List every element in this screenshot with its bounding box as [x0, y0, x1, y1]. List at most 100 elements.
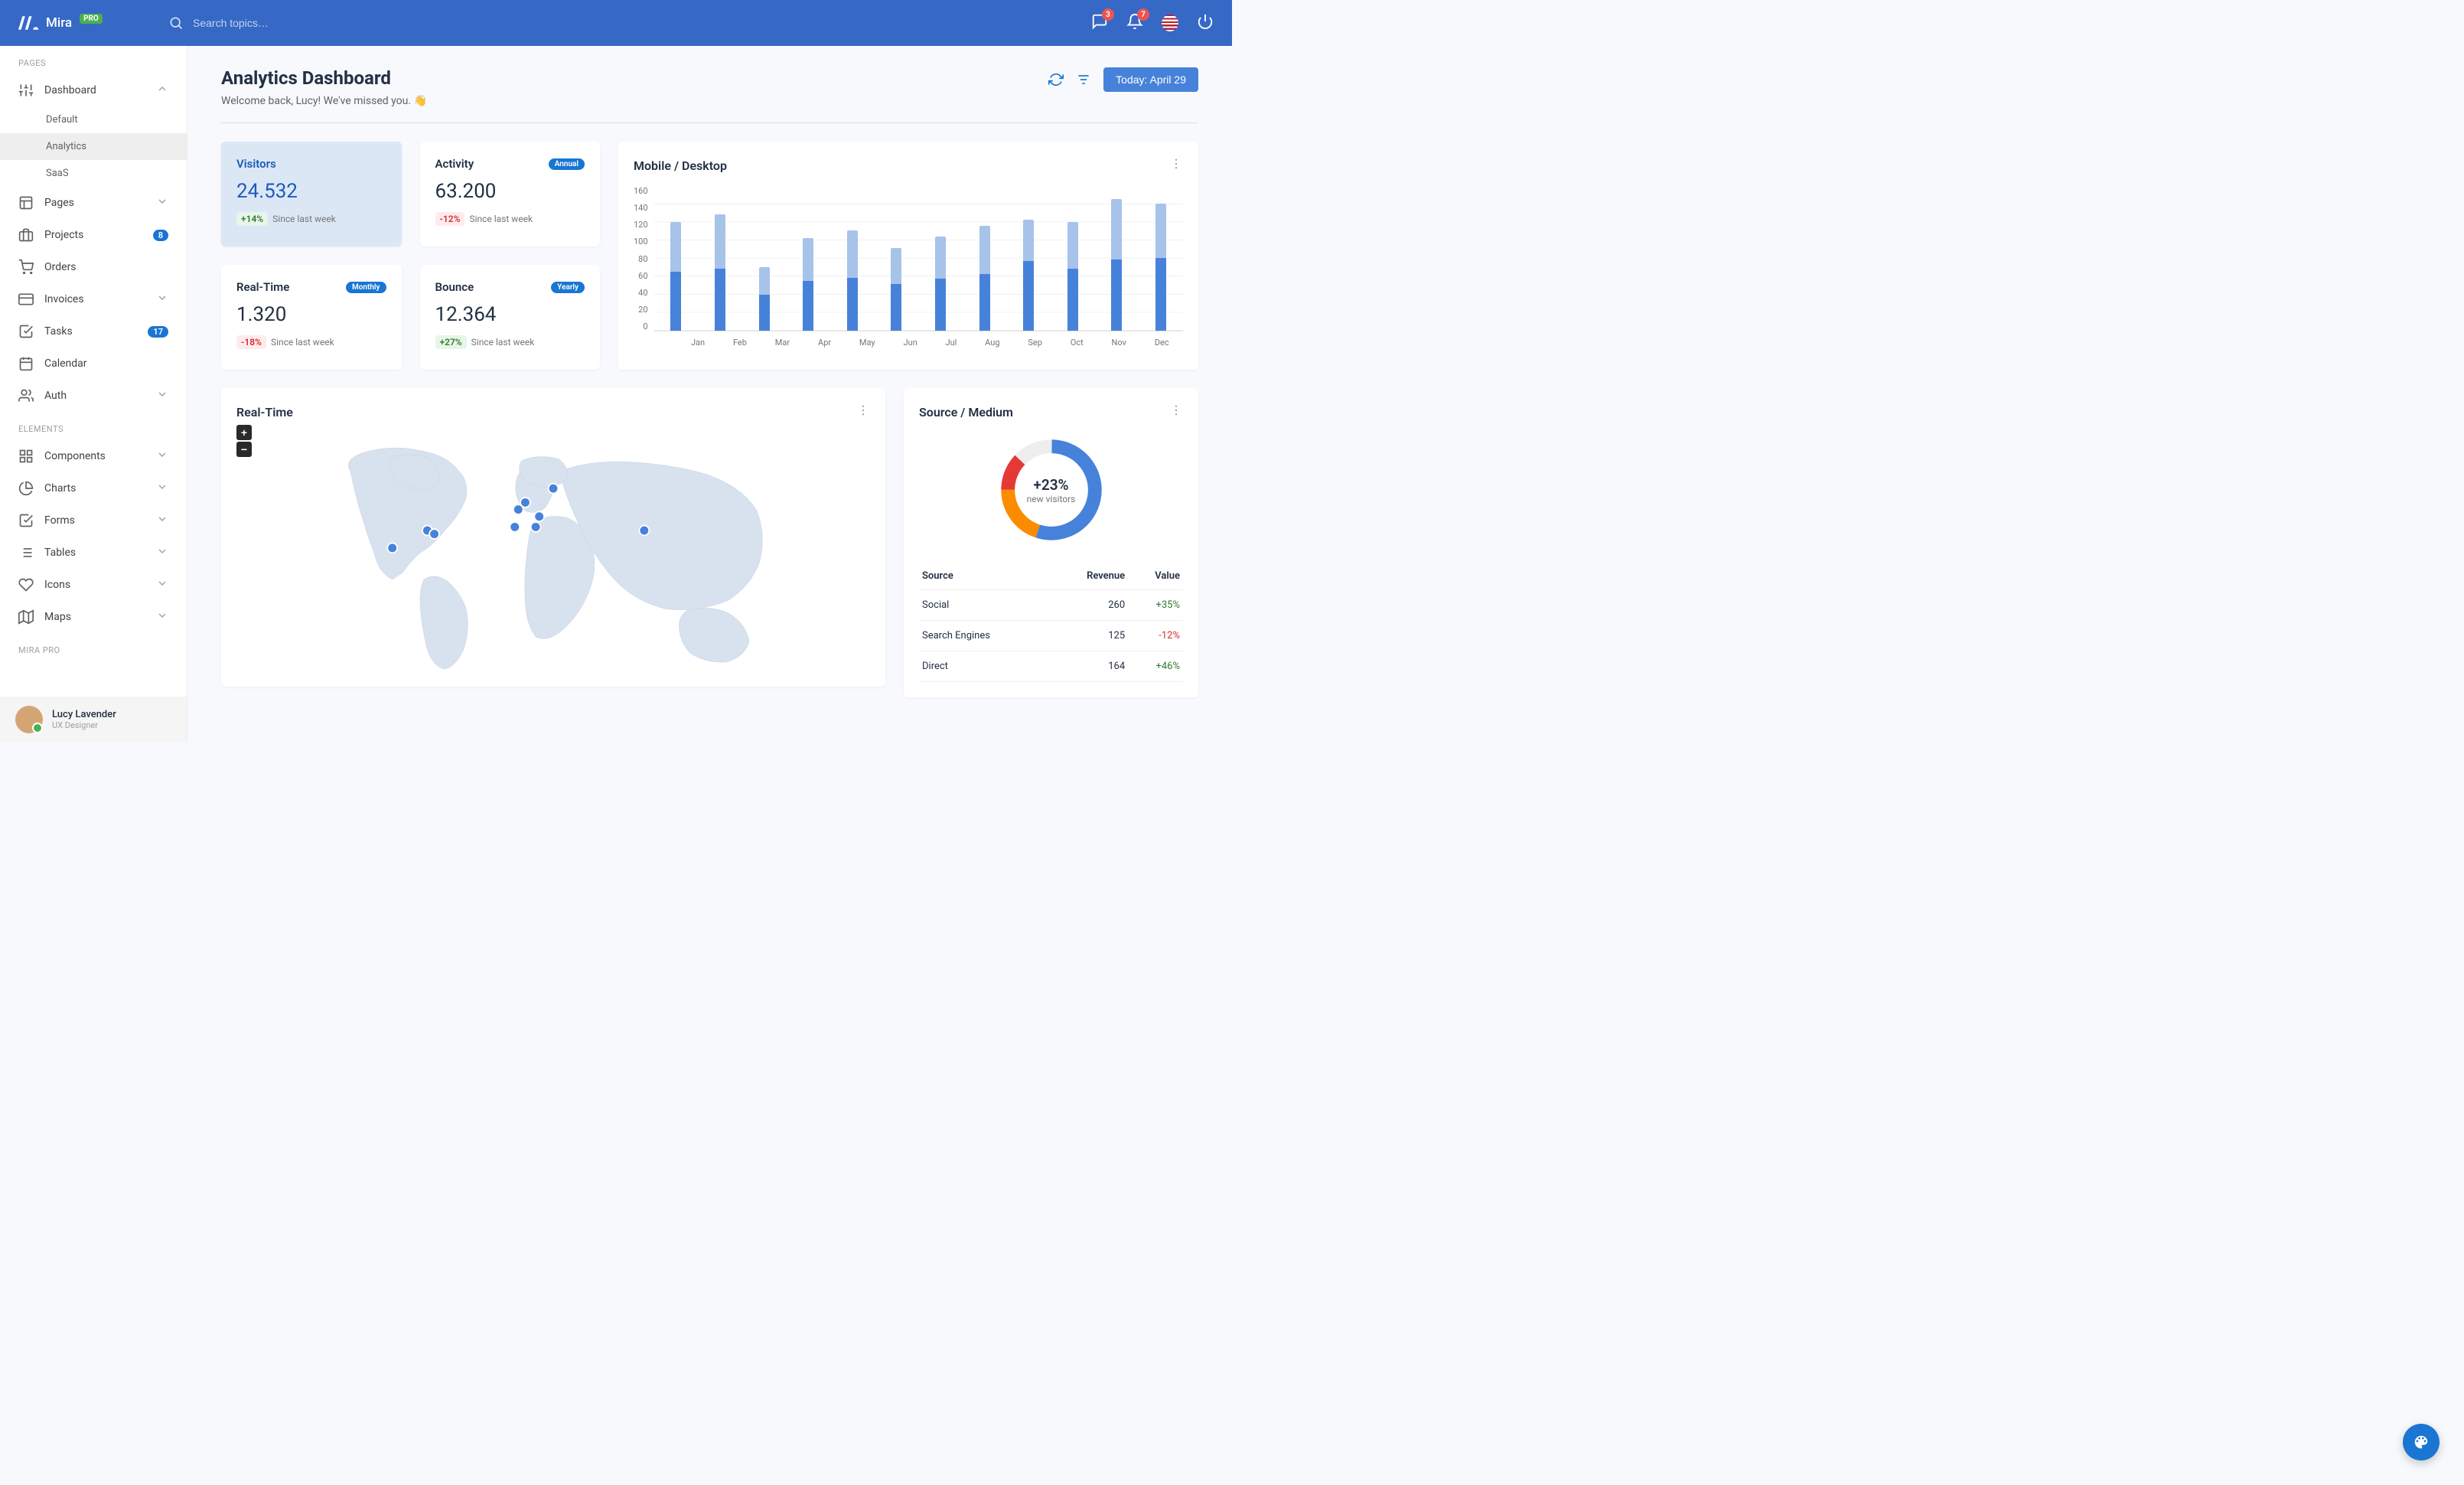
card-icon	[18, 292, 34, 307]
sidebar-label: Dashboard	[44, 84, 145, 96]
since-label: Since last week	[272, 214, 336, 224]
pill: Yearly	[551, 282, 585, 293]
card-value: 12.364	[435, 303, 585, 326]
power-button[interactable]	[1197, 13, 1214, 33]
chevron-up-icon	[156, 83, 168, 98]
user-role: UX Designer	[52, 720, 116, 730]
zoom-out-button[interactable]: −	[236, 442, 252, 457]
world-map[interactable]	[236, 432, 870, 677]
notifications-button[interactable]: 7	[1126, 13, 1143, 33]
sidebar-label: Orders	[44, 261, 168, 273]
card-value: 24.532	[236, 180, 386, 203]
stat-card-bounce: BounceYearly 12.364 +27%Since last week	[420, 265, 601, 370]
y-axis: 160140120100806040200	[634, 186, 648, 331]
search	[168, 15, 1091, 31]
delta: +14%	[236, 212, 268, 226]
card-title: Bounce	[435, 280, 474, 294]
topbar: Mira PRO 3 7	[0, 0, 1232, 46]
sidebar-label: Maps	[44, 611, 145, 623]
sidebar-section-pages: PAGES	[0, 46, 187, 74]
sidebar-user[interactable]: Lucy Lavender UX Designer	[0, 697, 187, 742]
delta: -18%	[236, 335, 266, 349]
sidebar-label: Pages	[44, 197, 145, 209]
sidebar-item-components[interactable]: Components	[0, 440, 187, 472]
sidebar-item-charts[interactable]: Charts	[0, 472, 187, 504]
x-axis: JanFebMarAprMayJunJulAugSepOctNovDec	[654, 338, 1183, 348]
date-button[interactable]: Today: April 29	[1103, 67, 1198, 92]
sidebar-subitem-analytics[interactable]: Analytics	[0, 133, 187, 160]
more-icon[interactable]	[856, 403, 870, 420]
palette-icon	[2413, 1434, 2430, 1451]
pie-icon	[18, 481, 34, 496]
chevron-down-icon	[156, 609, 168, 625]
filter-icon[interactable]	[1076, 72, 1091, 87]
sidebar-label: Components	[44, 450, 145, 462]
cart-icon	[18, 259, 34, 275]
card-title: Visitors	[236, 157, 276, 171]
messages-badge: 3	[1102, 8, 1114, 21]
power-icon	[1197, 13, 1214, 30]
chevron-down-icon	[156, 513, 168, 528]
chevron-down-icon	[156, 577, 168, 592]
sliders-icon	[18, 83, 34, 98]
chevron-down-icon	[156, 481, 168, 496]
page-title: Analytics Dashboard	[221, 67, 427, 89]
sidebar-item-maps[interactable]: Maps	[0, 601, 187, 633]
form-icon	[18, 513, 34, 528]
card-title: Activity	[435, 157, 474, 171]
sidebar-label: Forms	[44, 514, 145, 527]
heart-icon	[18, 577, 34, 592]
pill: Monthly	[346, 282, 386, 293]
col-value: Value	[1128, 563, 1183, 590]
messages-button[interactable]: 3	[1091, 13, 1108, 33]
calendar-icon	[18, 356, 34, 371]
notifications-badge: 7	[1137, 8, 1149, 21]
since-label: Since last week	[271, 337, 334, 348]
source-table: Source Revenue Value Social260+35%Search…	[919, 563, 1183, 682]
sidebar-subitem-default[interactable]: Default	[0, 106, 187, 133]
count-badge: 8	[153, 230, 168, 241]
col-source: Source	[919, 563, 1050, 590]
sidebar-item-auth[interactable]: Auth	[0, 380, 187, 412]
sidebar-item-orders[interactable]: Orders	[0, 251, 187, 283]
table-row: Search Engines125-12%	[919, 621, 1183, 651]
zoom-in-button[interactable]: +	[236, 425, 252, 440]
chart-title: Mobile / Desktop	[634, 158, 727, 173]
table-row: Social260+35%	[919, 590, 1183, 621]
app-name: Mira	[46, 15, 72, 31]
avatar	[15, 706, 43, 733]
sidebar-label: Tasks	[44, 325, 137, 338]
language-button[interactable]	[1162, 15, 1178, 31]
chevron-down-icon	[156, 195, 168, 211]
sidebar-subitem-saas[interactable]: SaaS	[0, 160, 187, 187]
bars-area	[654, 186, 1183, 331]
sidebar-item-icons[interactable]: Icons	[0, 569, 187, 601]
logo-icon	[18, 15, 40, 31]
sidebar-item-dashboard[interactable]: Dashboard	[0, 74, 187, 106]
sidebar-item-pages[interactable]: Pages	[0, 187, 187, 219]
sidebar-item-tasks[interactable]: Tasks 17	[0, 315, 187, 348]
sidebar-item-forms[interactable]: Forms	[0, 504, 187, 537]
users-icon	[18, 388, 34, 403]
sidebar-item-projects[interactable]: Projects 8	[0, 219, 187, 251]
card-title: Real-Time	[236, 280, 289, 294]
search-input[interactable]	[193, 17, 422, 29]
briefcase-icon	[18, 227, 34, 243]
sidebar-item-tables[interactable]: Tables	[0, 537, 187, 569]
donut-card-source-medium: Source / Medium +23% new visitors Source…	[904, 388, 1198, 697]
logo[interactable]: Mira PRO	[18, 15, 168, 31]
sidebar-item-invoices[interactable]: Invoices	[0, 283, 187, 315]
topbar-actions: 3 7	[1091, 13, 1214, 33]
search-icon	[168, 15, 184, 31]
table-row: Direct164+46%	[919, 651, 1183, 682]
more-icon[interactable]	[1169, 157, 1183, 174]
donut-percent: +23%	[1027, 476, 1076, 494]
chevron-down-icon	[156, 292, 168, 307]
more-icon[interactable]	[1169, 403, 1183, 420]
sidebar-item-calendar[interactable]: Calendar	[0, 348, 187, 380]
theme-fab[interactable]	[2403, 1424, 2440, 1461]
sidebar-label: Tables	[44, 547, 145, 559]
refresh-icon[interactable]	[1048, 72, 1064, 87]
list-icon	[18, 545, 34, 560]
donut-subtitle: new visitors	[1027, 494, 1076, 504]
